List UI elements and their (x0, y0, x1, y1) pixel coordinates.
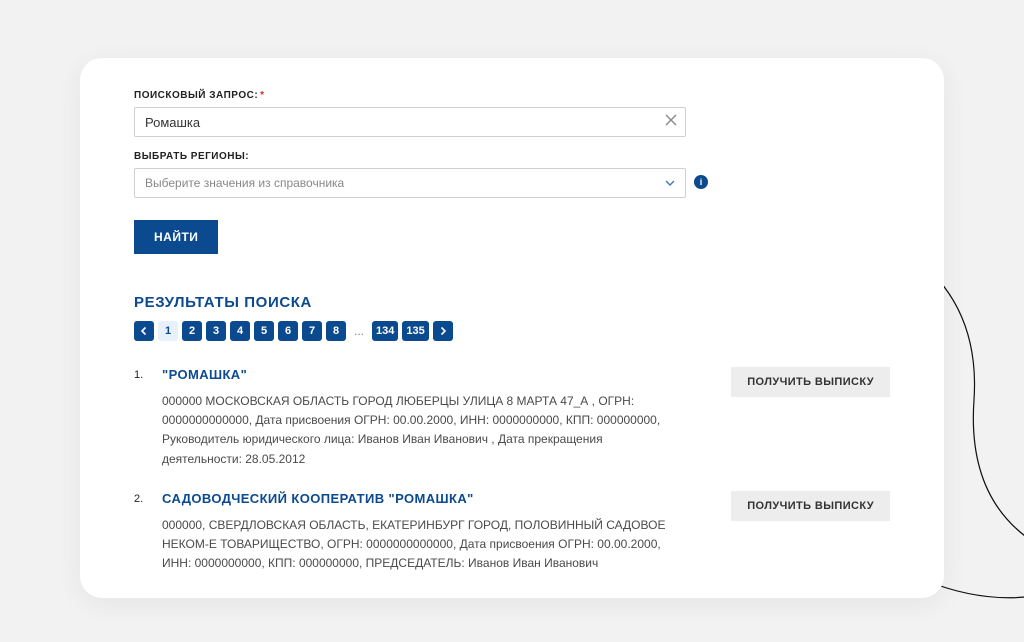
search-input[interactable] (134, 107, 686, 137)
clear-search-button[interactable] (662, 112, 680, 130)
region-select-wrap: Выберите значения из справочника i (134, 168, 686, 198)
result-description: 000000 МОСКОВСКАЯ ОБЛАСТЬ ГОРОД ЛЮБЕРЦЫ … (162, 392, 682, 469)
result-body: "РОМАШКА" 000000 МОСКОВСКАЯ ОБЛАСТЬ ГОРОД… (162, 367, 731, 469)
required-asterisk: * (260, 90, 264, 101)
pager-next-button[interactable] (433, 321, 453, 341)
result-number: 2. (134, 491, 162, 505)
page-6[interactable]: 6 (278, 321, 298, 341)
get-extract-button[interactable]: ПОЛУЧИТЬ ВЫПИСКУ (731, 491, 890, 521)
page-5[interactable]: 5 (254, 321, 274, 341)
search-button[interactable]: НАЙТИ (134, 220, 218, 254)
result-title-link[interactable]: САДОВОДЧЕСКИЙ КООПЕРАТИВ "РОМАШКА" (162, 491, 711, 506)
page-134[interactable]: 134 (372, 321, 398, 341)
page-135[interactable]: 135 (402, 321, 428, 341)
pager-prev-button[interactable] (134, 321, 154, 341)
region-select[interactable]: Выберите значения из справочника (134, 168, 686, 198)
search-label: ПОИСКОВЫЙ ЗАПРОС:* (134, 90, 890, 101)
result-title-link[interactable]: "РОМАШКА" (162, 367, 711, 382)
results-heading: РЕЗУЛЬТАТЫ ПОИСКА (134, 294, 890, 311)
region-placeholder: Выберите значения из справочника (145, 176, 344, 190)
search-card: ПОИСКОВЫЙ ЗАПРОС:* ВЫБРАТЬ РЕГИОНЫ: Выбе… (80, 58, 944, 598)
pager-ellipsis: ... (350, 324, 368, 338)
search-input-wrap (134, 107, 890, 137)
page-2[interactable]: 2 (182, 321, 202, 341)
chevron-right-icon (438, 326, 448, 336)
page-4[interactable]: 4 (230, 321, 250, 341)
result-row: 2.САДОВОДЧЕСКИЙ КООПЕРАТИВ "РОМАШКА" 0000… (134, 491, 890, 574)
page-3[interactable]: 3 (206, 321, 226, 341)
page-7[interactable]: 7 (302, 321, 322, 341)
result-body: САДОВОДЧЕСКИЙ КООПЕРАТИВ "РОМАШКА" 000000… (162, 491, 731, 574)
result-description: 000000, СВЕРДЛОВСКАЯ ОБЛАСТЬ, ЕКАТЕРИНБУ… (162, 516, 682, 574)
info-icon[interactable]: i (694, 175, 708, 189)
get-extract-button[interactable]: ПОЛУЧИТЬ ВЫПИСКУ (731, 367, 890, 397)
pager: 12345678... 134135 (134, 321, 890, 341)
page-8[interactable]: 8 (326, 321, 346, 341)
close-icon (665, 114, 677, 126)
chevron-left-icon (139, 326, 149, 336)
results-list: 1."РОМАШКА" 000000 МОСКОВСКАЯ ОБЛАСТЬ ГОР… (134, 367, 890, 573)
decorative-curve-left (0, 340, 60, 460)
region-label: ВЫБРАТЬ РЕГИОНЫ: (134, 151, 890, 162)
result-number: 1. (134, 367, 162, 381)
page-1[interactable]: 1 (158, 321, 178, 341)
result-row: 1."РОМАШКА" 000000 МОСКОВСКАЯ ОБЛАСТЬ ГОР… (134, 367, 890, 469)
